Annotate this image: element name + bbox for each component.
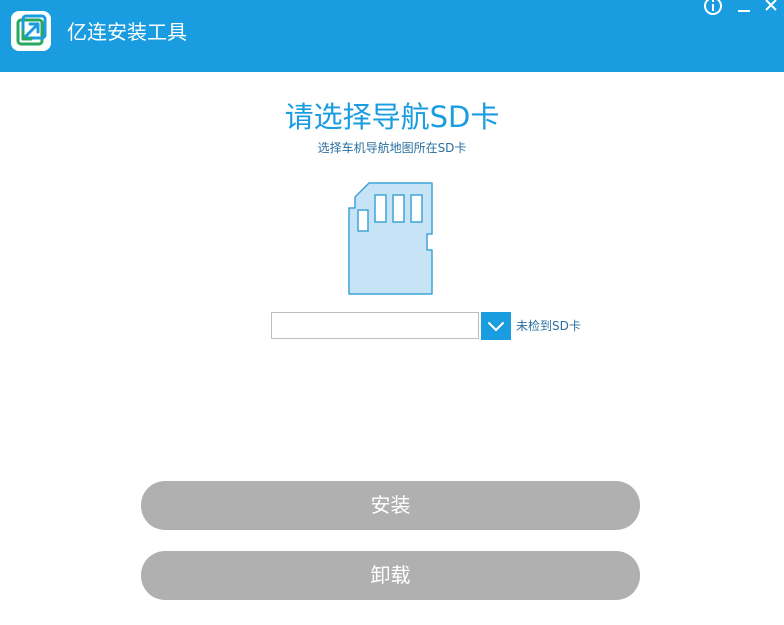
- sd-card-icon: [348, 182, 433, 295]
- chevron-down-icon: [488, 322, 504, 331]
- minimize-icon: [738, 10, 750, 12]
- app-title: 亿连安装工具: [67, 20, 187, 44]
- sync-arrows-icon: [16, 14, 47, 46]
- info-icon: [704, 0, 722, 15]
- sd-card-illustration: [347, 182, 435, 296]
- page-subtitle: 选择车机导航地图所在SD卡: [317, 141, 467, 155]
- title-bar: 亿连安装工具: [0, 0, 784, 72]
- page-title: 请选择导航SD卡: [284, 100, 500, 134]
- info-button[interactable]: [700, 0, 726, 18]
- uninstall-button[interactable]: 卸载: [141, 551, 640, 600]
- sd-card-status: 未检到SD卡: [516, 319, 581, 333]
- sd-card-select[interactable]: [271, 312, 479, 339]
- minimize-button[interactable]: [730, 0, 756, 18]
- close-icon: [765, 0, 777, 11]
- sd-card-dropdown-button[interactable]: [481, 312, 511, 340]
- install-button[interactable]: 安装: [141, 481, 640, 530]
- installer-window: 亿连安装工具 请选择导航SD卡 选择车机导航地图所在SD卡 未检到SD卡 安装 …: [0, 0, 784, 625]
- app-logo: [11, 11, 51, 51]
- close-button[interactable]: [758, 0, 784, 18]
